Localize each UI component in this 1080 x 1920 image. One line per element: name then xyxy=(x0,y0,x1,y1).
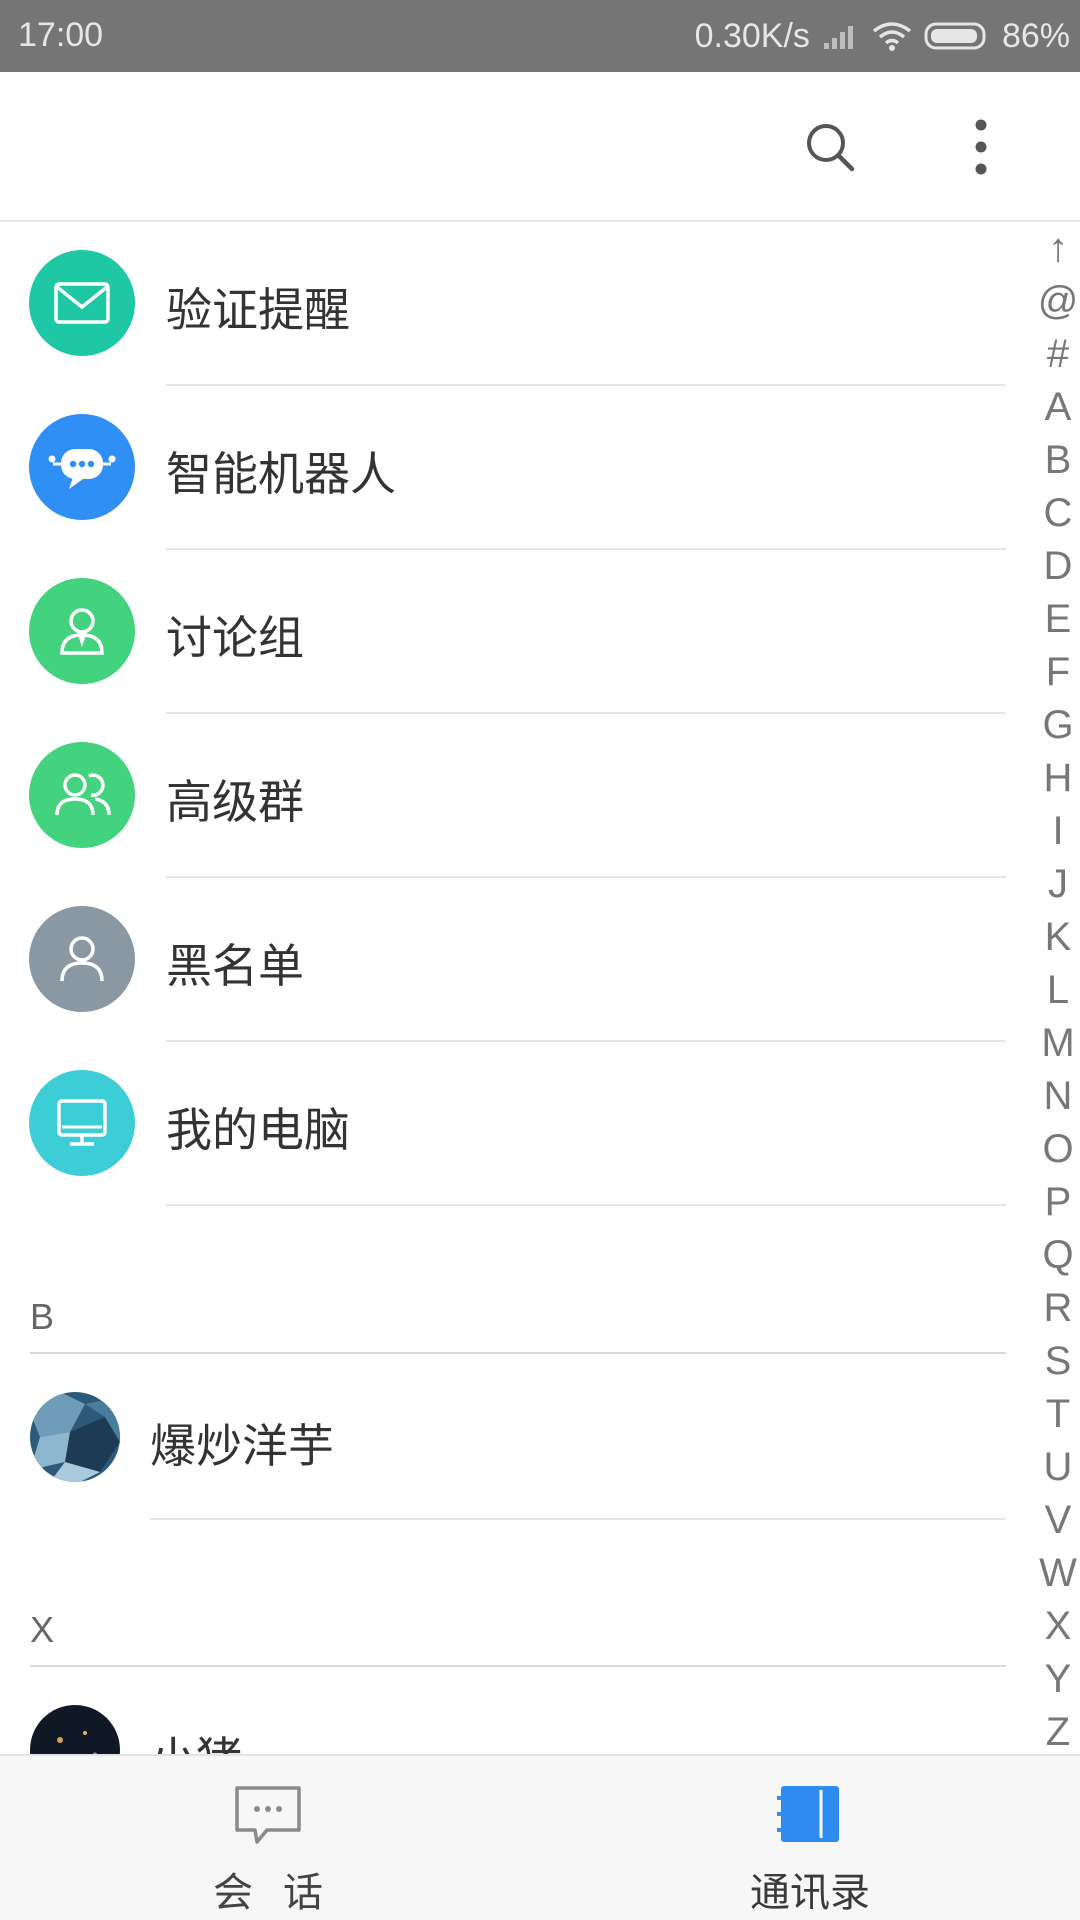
list-item-label: 智能机器人 xyxy=(166,447,396,501)
index-letter[interactable]: W xyxy=(1030,1547,1080,1600)
index-letter[interactable]: L xyxy=(1030,964,1080,1017)
index-letter[interactable]: E xyxy=(1030,593,1080,646)
divider xyxy=(150,1518,1006,1520)
index-letter[interactable]: U xyxy=(1030,1441,1080,1494)
index-letter[interactable]: P xyxy=(1030,1176,1080,1229)
index-letter[interactable]: C xyxy=(1030,487,1080,540)
contact-name: 小猪 xyxy=(150,1723,242,1754)
network-speed: 0.30K/s xyxy=(694,16,810,55)
status-bar: 17:00 0.30K/s 86% xyxy=(0,0,1080,72)
index-letter[interactable]: G xyxy=(1030,699,1080,752)
index-letter[interactable]: Y xyxy=(1030,1653,1080,1706)
monitor-icon xyxy=(29,1070,135,1176)
index-letter[interactable]: R xyxy=(1030,1282,1080,1335)
battery-percent: 86% xyxy=(1001,16,1070,55)
list-item-advanced-group[interactable]: 高级群 xyxy=(0,714,1006,878)
list-item-label: 黑名单 xyxy=(166,939,304,993)
index-letter[interactable]: F xyxy=(1030,646,1080,699)
signal-icon xyxy=(822,21,860,51)
index-letter[interactable]: X xyxy=(1030,1600,1080,1653)
index-letter[interactable]: J xyxy=(1030,858,1080,911)
alphabet-index[interactable]: ↑ @ # A B C D E F G H I J K L M N O P Q R S T U V W X Y Z xyxy=(1030,222,1080,1754)
index-letter[interactable]: B xyxy=(1030,434,1080,487)
search-button[interactable] xyxy=(785,102,875,192)
index-letter[interactable]: # xyxy=(1030,328,1080,381)
list-item-blacklist[interactable]: 黑名单 xyxy=(0,878,1006,1042)
index-letter[interactable]: V xyxy=(1030,1494,1080,1547)
tab-contacts-label: 通讯录 xyxy=(750,1870,870,1916)
contact-avatar xyxy=(30,1392,120,1482)
index-letter[interactable]: Q xyxy=(1030,1229,1080,1282)
list-item-label: 高级群 xyxy=(166,775,304,829)
more-options-button[interactable] xyxy=(936,102,1026,192)
list-item-verify[interactable]: 验证提醒 xyxy=(0,222,1006,386)
index-letter[interactable]: N xyxy=(1030,1070,1080,1123)
person-icon xyxy=(29,906,135,1012)
chat-bubble-icon xyxy=(233,1784,303,1850)
index-letter[interactable]: H xyxy=(1030,752,1080,805)
index-letter[interactable]: Z xyxy=(1030,1706,1080,1759)
index-letter[interactable]: A xyxy=(1030,381,1080,434)
index-letter[interactable]: T xyxy=(1030,1388,1080,1441)
contact-list: 验证提醒 智能机器人 讨论组 高级群 黑名单 我的电脑 B 爆炒洋芋 X xyxy=(0,222,1080,1754)
status-time: 17:00 xyxy=(18,16,104,54)
group-icon xyxy=(29,742,135,848)
wifi-icon xyxy=(872,21,912,51)
index-letter[interactable]: K xyxy=(1030,911,1080,964)
contact-name: 爆炒洋芋 xyxy=(150,1419,334,1473)
robot-chat-icon xyxy=(29,414,135,520)
tab-conversations[interactable]: 会话 xyxy=(118,1756,418,1920)
section-letter: X xyxy=(30,1609,55,1650)
status-icons: 0.30K/s 86% xyxy=(695,14,1070,58)
bottom-navigation: 会话 通讯录 xyxy=(0,1754,1080,1920)
list-item-label: 讨论组 xyxy=(166,611,304,665)
contact-row[interactable]: 爆炒洋芋 xyxy=(0,1356,1006,1520)
index-letter[interactable]: S xyxy=(1030,1335,1080,1388)
index-letter[interactable]: ↑ xyxy=(1030,222,1080,275)
list-item-my-computer[interactable]: 我的电脑 xyxy=(0,1042,1006,1206)
list-item-label: 验证提醒 xyxy=(166,283,350,337)
user-icon xyxy=(29,578,135,684)
index-letter[interactable]: O xyxy=(1030,1123,1080,1176)
search-icon xyxy=(807,124,855,172)
more-vertical-icon xyxy=(975,119,987,175)
section-header-b: B xyxy=(30,1274,1006,1354)
tab-conversations-label: 会话 xyxy=(213,1870,353,1916)
index-letter[interactable]: I xyxy=(1030,805,1080,858)
top-toolbar xyxy=(0,72,1080,222)
index-letter[interactable]: @ xyxy=(1030,275,1080,328)
list-item-discussion[interactable]: 讨论组 xyxy=(0,550,1006,714)
section-header-x: X xyxy=(30,1587,1006,1667)
tab-contacts[interactable]: 通讯录 xyxy=(660,1756,960,1920)
divider xyxy=(166,1204,1006,1206)
contact-row[interactable]: 小猪 xyxy=(0,1669,1006,1754)
list-item-robot[interactable]: 智能机器人 xyxy=(0,386,1006,550)
list-item-label: 我的电脑 xyxy=(166,1103,350,1157)
address-book-icon xyxy=(777,1784,843,1848)
index-letter[interactable]: M xyxy=(1030,1017,1080,1070)
envelope-icon xyxy=(29,250,135,356)
battery-icon xyxy=(924,21,990,51)
contact-avatar xyxy=(30,1705,120,1754)
index-letter[interactable]: D xyxy=(1030,540,1080,593)
section-letter: B xyxy=(30,1296,55,1337)
